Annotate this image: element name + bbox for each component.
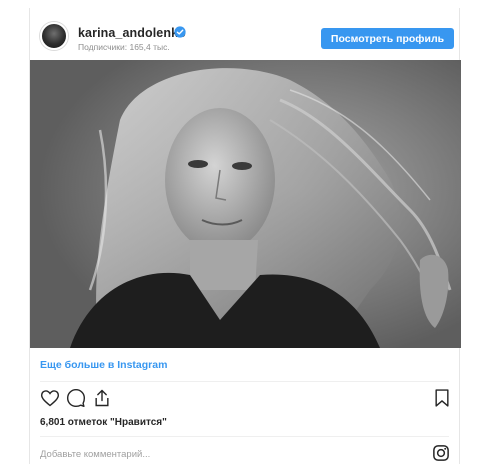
heart-icon[interactable]: [40, 388, 60, 408]
instagram-glyph-icon[interactable]: [432, 444, 450, 462]
action-bar: [30, 388, 459, 412]
post-header: karina_andolenko Подписчики: 165,4 тыс. …: [30, 8, 459, 60]
divider: [40, 436, 449, 437]
view-profile-button[interactable]: Посмотреть профиль: [321, 28, 454, 49]
comment-icon[interactable]: [66, 388, 86, 408]
divider: [40, 381, 449, 382]
share-icon[interactable]: [92, 388, 112, 408]
instagram-embed-card: karina_andolenko Подписчики: 165,4 тыс. …: [29, 8, 461, 464]
avatar[interactable]: [40, 22, 68, 50]
username[interactable]: karina_andolenko: [78, 26, 186, 40]
verified-badge-icon: [174, 26, 186, 38]
post-photo[interactable]: [30, 60, 461, 348]
likes-count[interactable]: 6,801 отметок "Нравится": [40, 417, 167, 428]
followers-count: Подписчики: 165,4 тыс.: [78, 42, 170, 52]
portrait-image: [30, 60, 461, 348]
bookmark-icon[interactable]: [432, 388, 452, 408]
comment-input[interactable]: [40, 446, 400, 462]
more-on-instagram-link[interactable]: Еще больше в Instagram: [40, 359, 167, 371]
